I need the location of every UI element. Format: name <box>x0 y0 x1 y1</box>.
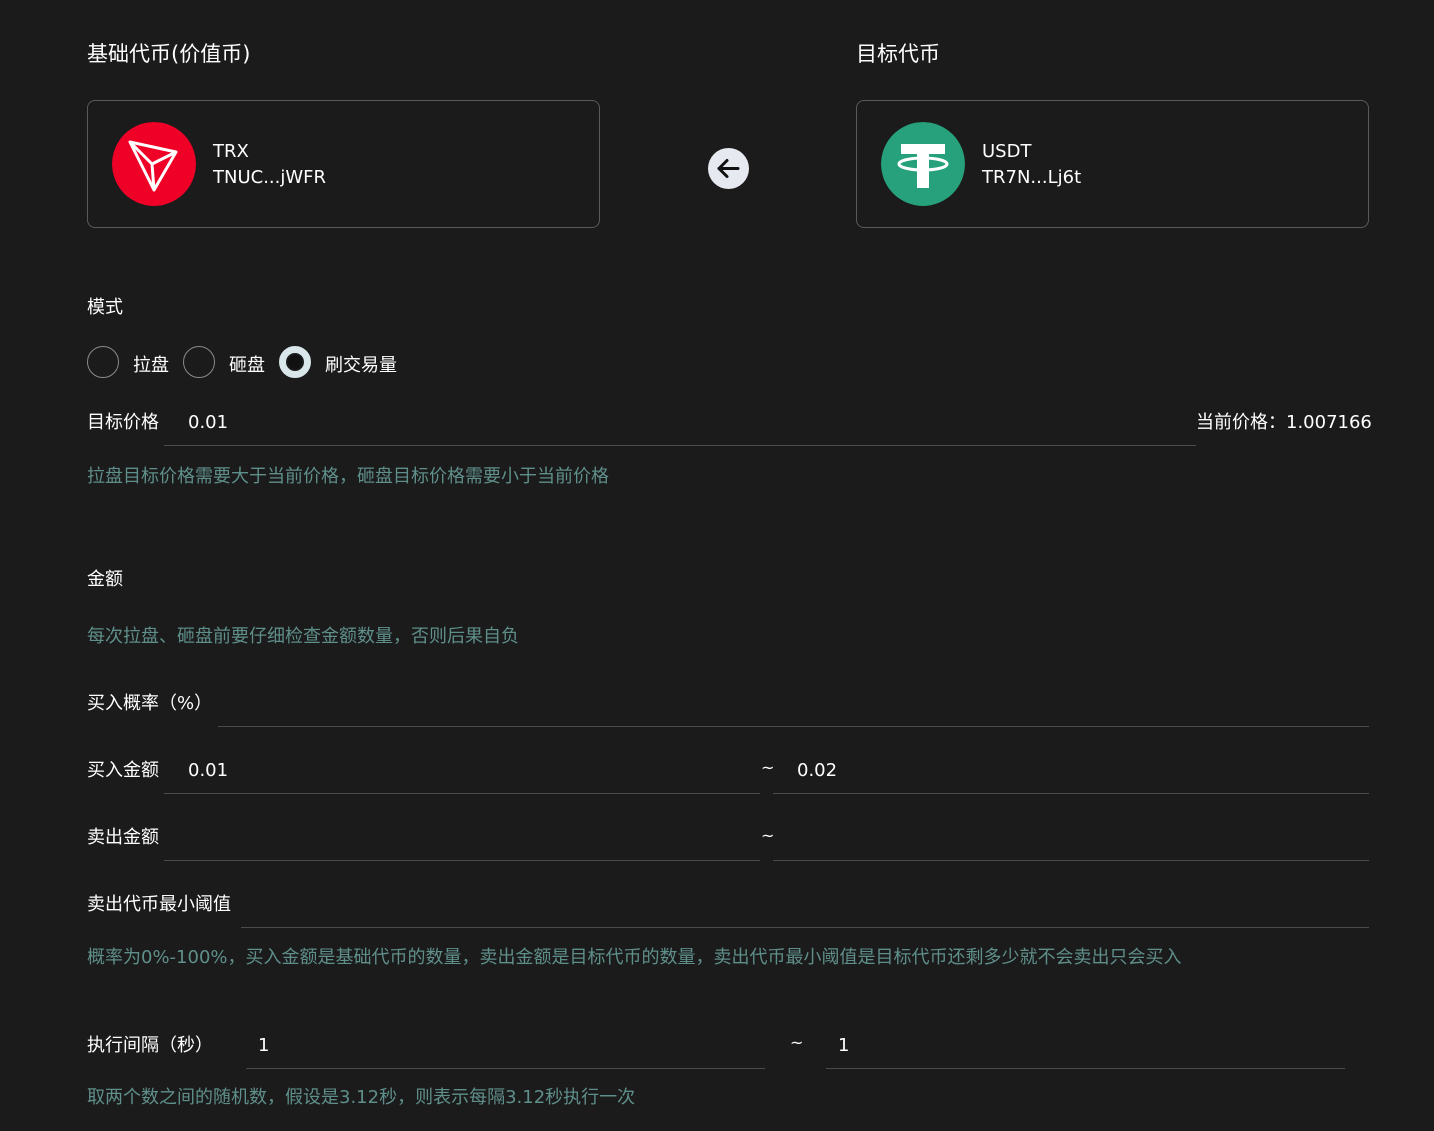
interval-label: 执行间隔（秒） <box>87 1035 213 1056</box>
target-token-symbol: USDT <box>982 141 1032 162</box>
target-price-input[interactable] <box>164 400 1196 446</box>
base-token-address: TNUC...jWFR <box>213 167 327 188</box>
current-price-value: 1.007166 <box>1286 412 1372 433</box>
base-token-title: 基础代币(价值币) <box>87 42 251 66</box>
mode-title: 模式 <box>87 297 123 318</box>
arrow-left-icon <box>717 159 740 178</box>
usdt-logo-icon <box>881 122 965 206</box>
target-price-label: 目标价格 <box>87 412 159 433</box>
amount-hint-2: 概率为0%-100%，买入金额是基础代币的数量，卖出金额是目标代币的数量，卖出代… <box>87 947 1182 968</box>
radio-volume[interactable] <box>279 346 311 378</box>
amount-title: 金额 <box>87 569 123 590</box>
min-threshold-input[interactable] <box>241 881 1369 928</box>
swap-tokens-button[interactable] <box>708 148 749 189</box>
buy-probability-input[interactable] <box>218 680 1369 727</box>
interval-hint: 取两个数之间的随机数，假设是3.12秒，则表示每隔3.12秒执行一次 <box>87 1087 636 1108</box>
target-price-hint: 拉盘目标价格需要大于当前价格，砸盘目标价格需要小于当前价格 <box>87 466 609 487</box>
base-token-symbol: TRX <box>213 141 249 162</box>
radio-pump-label[interactable]: 拉盘 <box>133 351 169 377</box>
sell-amount-label: 卖出金额 <box>87 827 159 848</box>
target-token-address: TR7N...Lj6t <box>982 167 1082 188</box>
base-token-card[interactable]: TRX TNUC...jWFR <box>87 100 600 228</box>
buy-amount-max-input[interactable] <box>773 747 1369 794</box>
target-token-title: 目标代币 <box>856 42 940 66</box>
buy-amount-min-input[interactable] <box>164 747 760 794</box>
min-threshold-label: 卖出代币最小阈值 <box>87 894 231 915</box>
interval-tilde: ~ <box>790 1033 804 1052</box>
sell-amount-min-input[interactable] <box>164 814 760 861</box>
target-token-card[interactable]: USDT TR7N...Lj6t <box>856 100 1369 228</box>
buy-amount-label: 买入金额 <box>87 760 159 781</box>
radio-volume-label[interactable]: 刷交易量 <box>325 351 397 377</box>
buy-probability-label: 买入概率（%） <box>87 693 213 714</box>
trx-logo-icon <box>112 122 196 206</box>
radio-dump[interactable] <box>183 346 215 378</box>
radio-pump[interactable] <box>87 346 119 378</box>
interval-max-input[interactable] <box>826 1022 1345 1069</box>
sell-amount-max-input[interactable] <box>773 814 1369 861</box>
radio-dump-label[interactable]: 砸盘 <box>229 351 265 377</box>
current-price: 当前价格：1.007166 <box>1196 408 1372 434</box>
amount-hint: 每次拉盘、砸盘前要仔细检查金额数量，否则后果自负 <box>87 626 519 647</box>
current-price-label: 当前价格： <box>1196 412 1286 433</box>
interval-min-input[interactable] <box>246 1022 765 1069</box>
